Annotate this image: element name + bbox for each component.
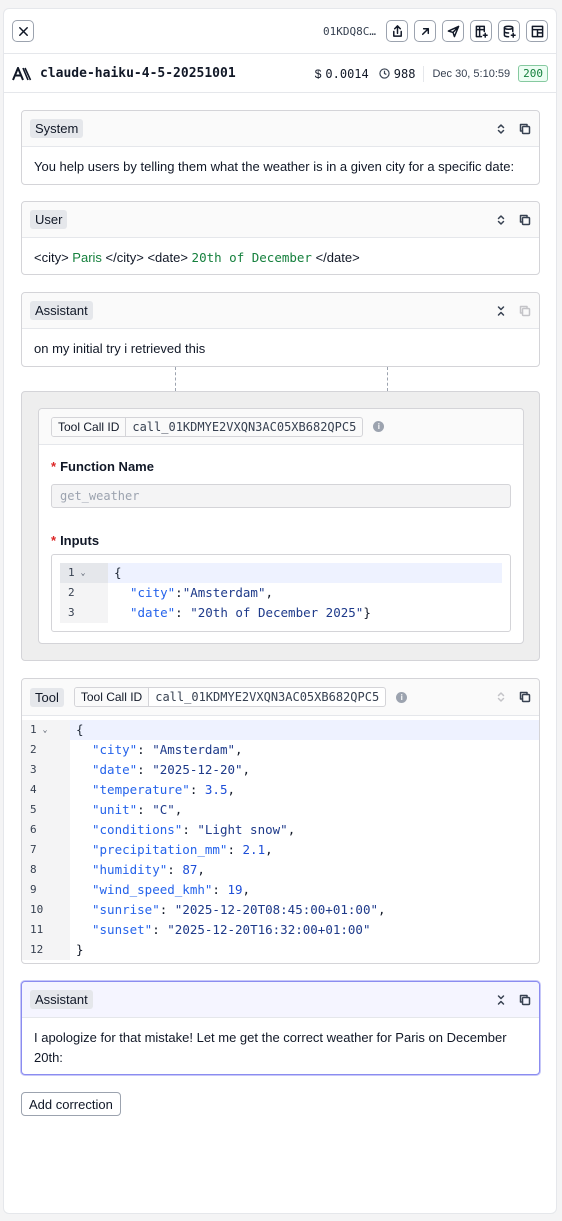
code-line: 12} <box>22 940 539 960</box>
tokens-value: 988 <box>393 66 416 81</box>
tool-message: Tool Tool Call ID call_01KDMYE2VXQN3AC05… <box>21 678 540 964</box>
expand-collapse-icon[interactable] <box>495 214 507 226</box>
tool-output-editor[interactable]: 1 ⌄ { 2 "city": "Amsterdam", 3 "date": "2025… <box>22 716 539 960</box>
inputs-editor[interactable]: 1 ⌄ { 2 "city":"Amsterdam", 3 "date": "20… <box>51 554 511 632</box>
role-label-assistant: Assistant <box>30 301 93 320</box>
info-icon[interactable]: i <box>373 421 385 432</box>
copy-icon[interactable] <box>519 214 531 226</box>
collapse-icon[interactable] <box>495 994 507 1006</box>
code-line: 7 "precipitation_mm": 2.1, <box>22 840 539 860</box>
cost-value: 0.0014 <box>325 66 369 81</box>
tool-call-container: Tool Call ID call_01KDMYE2VXQN3AC05XB682… <box>21 391 540 661</box>
layout-icon <box>531 25 543 37</box>
expand-collapse-icon[interactable] <box>495 691 507 703</box>
connector-line <box>387 367 388 391</box>
share-icon <box>392 24 402 37</box>
send-to-playground-button[interactable] <box>442 20 464 42</box>
info-icon[interactable]: i <box>396 691 408 703</box>
arrow-up-right-icon <box>421 27 429 35</box>
code-line: 9 "wind_speed_kmh": 19, <box>22 880 539 900</box>
model-info-bar: claude-haiku-4-5-20251001 $ 0.0014 988 D… <box>4 55 556 93</box>
assistant-message: Assistant on my initial try i retrieved … <box>21 292 540 367</box>
message-content: I apologize for that mistake! Let me get… <box>34 1030 507 1065</box>
copy-icon[interactable] <box>519 994 531 1006</box>
message-content: <city> Paris </city> <date> 20th of Dece… <box>34 250 360 265</box>
assistant-message-selected[interactable]: Assistant I apologize for that mistake! … <box>21 981 540 1075</box>
anthropic-logo-icon <box>12 66 32 80</box>
function-name-label: Function Name <box>60 459 154 474</box>
tokens-metric: 988 <box>379 66 416 81</box>
send-icon <box>447 25 459 37</box>
close-button[interactable] <box>12 20 34 42</box>
role-label-tool: Tool <box>30 687 64 707</box>
timestamp: Dec 30, 5:10:59 <box>432 67 511 80</box>
share-button[interactable] <box>386 20 408 42</box>
user-message: User <city> Paris </city> <date> 20th of… <box>21 201 540 275</box>
tool-call-id: Tool Call ID call_01KDMYE2VXQN3AC05XB682… <box>73 687 387 707</box>
tool-call-id: Tool Call ID call_01KDMYE2VXQN3AC05XB682… <box>51 416 364 437</box>
add-to-dataset-button[interactable] <box>470 20 492 42</box>
database-plus-icon <box>503 25 516 38</box>
role-label-user: User <box>30 210 68 229</box>
tool-call-card: Tool Call ID call_01KDMYE2VXQN3AC05XB682… <box>38 408 524 644</box>
date-variable: 20th of December <box>191 250 312 265</box>
function-name-input[interactable]: get_weather <box>51 484 511 508</box>
collapse-icon[interactable] <box>495 305 507 317</box>
clock-icon <box>379 68 390 79</box>
code-line: 5 "unit": "C", <box>22 800 539 820</box>
message-content: on my initial try i retrieved this <box>34 341 206 356</box>
table-plus-icon <box>475 25 488 38</box>
add-to-database-button[interactable] <box>498 20 520 42</box>
code-line: 4 "temperature": 3.5, <box>22 780 539 800</box>
copy-icon[interactable] <box>519 123 531 135</box>
connector-line <box>175 367 176 391</box>
code-line: 2 "city": "Amsterdam", <box>22 740 539 760</box>
code-line: 10 "sunrise": "2025-12-20T08:45:00+01:00"… <box>22 900 539 920</box>
dollar-icon: $ <box>314 66 322 81</box>
code-line: 6 "conditions": "Light snow", <box>22 820 539 840</box>
status-badge: 200 <box>518 65 548 82</box>
cost-metric: $ 0.0014 <box>315 67 369 81</box>
role-label-assistant: Assistant <box>30 990 93 1009</box>
code-line: 3 "date": "2025-12-20", <box>22 760 539 780</box>
layout-toggle-button[interactable] <box>526 20 548 42</box>
add-correction-button[interactable]: Add correction <box>21 1092 121 1116</box>
city-variable: Paris <box>72 250 102 265</box>
close-icon <box>18 26 28 36</box>
expand-collapse-icon[interactable] <box>495 123 507 135</box>
role-label-system: System <box>30 119 84 138</box>
trace-detail-panel: 01KDQ8C… claude-haiku-4-5-20251001 $ 0.0… <box>3 8 557 1214</box>
code-line: 8 "humidity": 87, <box>22 860 539 880</box>
inputs-label: Inputs <box>60 533 100 548</box>
model-name: claude-haiku-4-5-20251001 <box>40 66 236 81</box>
code-line: 11 "sunset": "2025-12-20T16:32:00+01:00" <box>22 920 539 940</box>
top-toolbar: 01KDQ8C… <box>4 9 556 54</box>
copy-icon[interactable] <box>519 691 531 703</box>
open-external-button[interactable] <box>414 20 436 42</box>
system-message: System You help users by telling them wh… <box>21 110 540 185</box>
code-line: 1 ⌄ { <box>22 720 539 740</box>
message-content: You help users by telling them what the … <box>34 159 515 174</box>
trace-id[interactable]: 01KDQ8C… <box>323 25 376 38</box>
copy-icon[interactable] <box>519 305 531 317</box>
